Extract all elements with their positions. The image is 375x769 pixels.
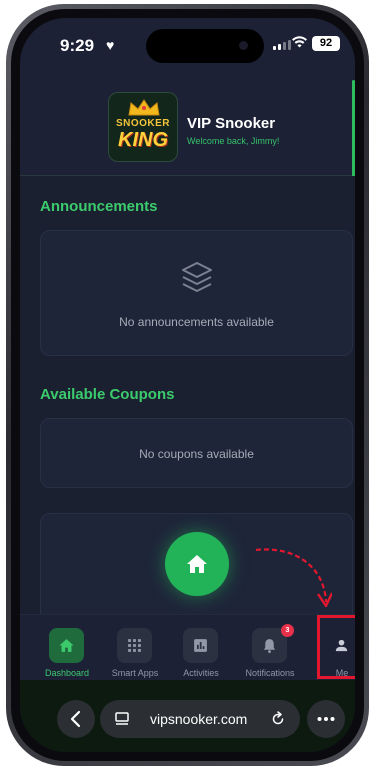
tab-smart-apps[interactable]: Smart Apps [103,615,167,681]
tab-activities[interactable]: Activities [169,615,233,681]
snooker-king-logo: SNOOKER KING [108,92,178,162]
dynamic-island [146,29,264,63]
home-fab-button[interactable] [165,532,229,596]
announcements-empty: No announcements available [119,315,274,329]
announcements-card: No announcements available [40,230,353,356]
address-bar[interactable]: vipsnooker.com [100,700,300,738]
logo-text-top: SNOOKER [115,118,171,129]
layers-icon [182,262,212,292]
tab-notifications[interactable]: 3 Notifications [238,615,302,681]
logo-text-bottom: KING [118,129,168,151]
more-button[interactable] [307,700,345,738]
battery-indicator: 92 [312,36,340,51]
back-button[interactable] [57,700,95,738]
status-bar: 9:29 ♥ 92 [20,18,355,72]
heart-icon: ♥ [106,37,115,53]
camera-icon [239,41,248,50]
crown-icon [128,99,160,116]
grid-icon [117,628,152,663]
signal-icon [273,40,291,50]
browser-toolbar: vipsnooker.com [20,680,355,752]
announcements-title: Announcements [40,198,158,215]
url-text: vipsnooker.com [150,711,248,727]
app-header: SNOOKER KING VIP Snooker Welcome back, J… [20,72,355,176]
status-time: 9:29 [60,36,95,55]
reload-icon[interactable] [270,711,286,727]
coupons-card: No coupons available [40,418,353,488]
phone-frame: 9:29 ♥ 92 SNOOKER KING VIP Snooker Welco… [6,4,369,766]
welcome-message: Welcome back, Jimmy! [187,136,280,146]
me-tab-highlight [317,615,355,679]
wifi-icon [292,35,307,51]
notification-badge: 3 [281,624,294,637]
bar-chart-icon [183,628,218,663]
coupons-empty: No coupons available [139,447,254,461]
home-icon [187,555,207,573]
screen: 9:29 ♥ 92 SNOOKER KING VIP Snooker Welco… [20,18,355,752]
red-arrow-annotation [255,548,332,608]
tab-dashboard[interactable]: Dashboard [35,615,99,681]
tabs-icon [115,712,129,725]
more-icon [317,717,335,721]
phone-bezel: 9:29 ♥ 92 SNOOKER KING VIP Snooker Welco… [11,9,364,761]
chevron-left-icon [70,710,81,728]
bottom-tab-bar: Dashboard Smart Apps Activities 3 Notifi… [20,614,355,680]
home-icon [49,628,84,663]
coupons-title: Available Coupons [40,386,175,403]
app-title: VIP Snooker [187,115,276,132]
